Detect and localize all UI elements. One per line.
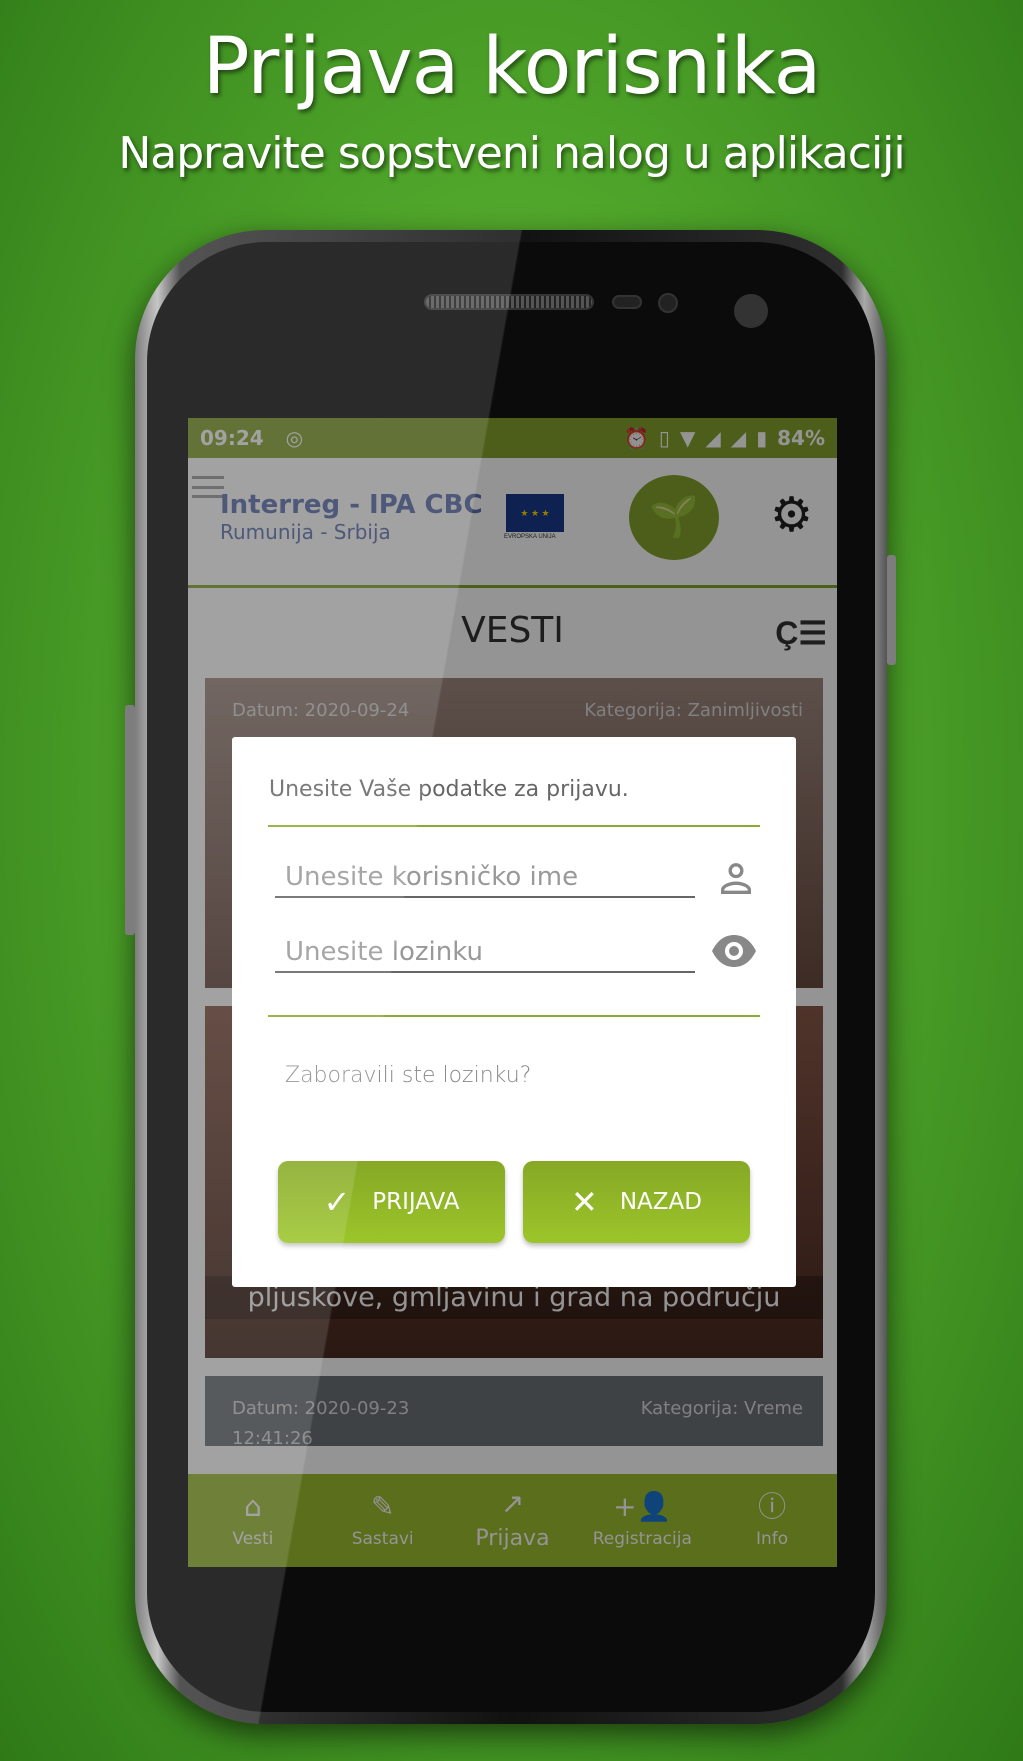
back-button[interactable]: ✕ NAZAD xyxy=(523,1161,750,1243)
back-label: NAZAD xyxy=(619,1189,702,1215)
dialog-title: Unesite Vaše podatke za prijavu. xyxy=(269,777,629,802)
login-label: PRIJAVA xyxy=(372,1189,460,1215)
phone-sensor xyxy=(612,295,642,309)
phone-side-button xyxy=(125,705,135,935)
password-input[interactable] xyxy=(275,933,695,973)
phone-camera xyxy=(734,294,768,328)
phone-sensor xyxy=(658,293,678,313)
login-dialog: Unesite Vaše podatke za prijavu. Zaborav… xyxy=(232,737,796,1287)
divider xyxy=(268,1015,760,1017)
phone-speaker xyxy=(424,294,594,310)
hero-title: Prijava korisnika xyxy=(202,22,822,112)
hero-subtitle: Napravite sopstveni nalog u aplikaciji xyxy=(118,128,905,179)
username-input[interactable] xyxy=(275,858,695,898)
close-icon: ✕ xyxy=(571,1183,598,1221)
forgot-password-link[interactable]: Zaboravili ste lozinku? xyxy=(285,1063,531,1088)
eye-icon[interactable] xyxy=(710,931,758,978)
person-icon xyxy=(716,859,756,906)
login-button[interactable]: ✓ PRIJAVA xyxy=(278,1161,505,1243)
divider xyxy=(268,825,760,827)
check-icon: ✓ xyxy=(323,1183,351,1221)
app-screen: 09:24 ◎ ⏰ ▯ ▼ ◢ ◢ ▮ 84% Interreg - IPA C… xyxy=(188,418,837,1567)
phone-power-button xyxy=(887,555,896,665)
